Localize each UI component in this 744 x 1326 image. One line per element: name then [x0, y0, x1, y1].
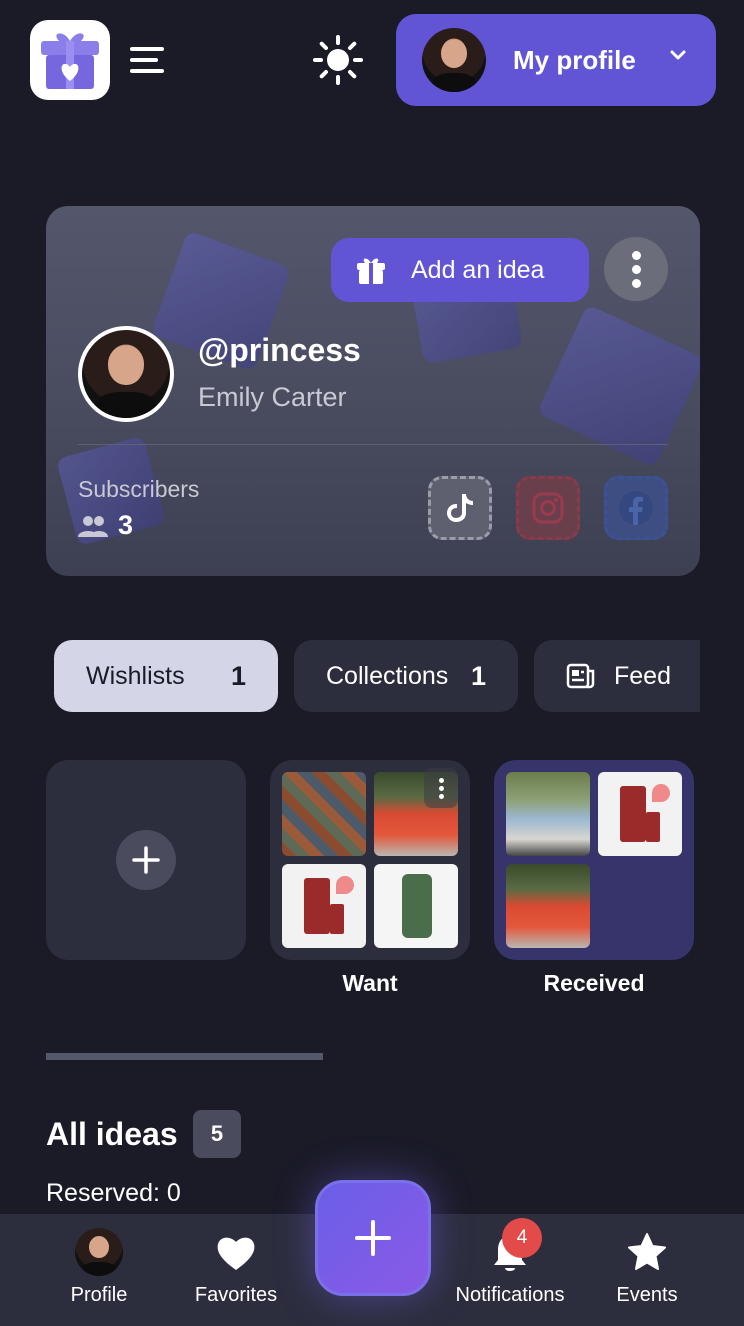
full-name: Emily Carter — [198, 382, 347, 412]
dot — [438, 777, 444, 783]
nav-events[interactable]: Events — [610, 1228, 684, 1307]
instagram-icon — [532, 492, 564, 524]
add-idea-button[interactable]: Add an idea — [331, 238, 589, 302]
idea-thumbnail — [506, 772, 590, 856]
product-rose — [336, 876, 354, 894]
nav-favorites[interactable]: Favorites — [190, 1228, 282, 1307]
tab-label: Collections — [326, 661, 449, 690]
profile-avatar[interactable] — [78, 326, 174, 422]
tab-count: 1 — [470, 660, 486, 691]
nav-label: Favorites — [194, 1284, 278, 1306]
tab-collections[interactable]: Collections 1 — [294, 640, 518, 712]
theme-toggle-button[interactable] — [312, 34, 364, 86]
all-ideas-count-badge: 5 — [193, 1110, 241, 1158]
plus-circle — [116, 830, 176, 890]
tiktok-icon — [447, 494, 473, 522]
subscribers-count: 3 — [118, 510, 134, 540]
product-box — [304, 878, 330, 934]
heart-icon — [217, 1237, 255, 1270]
menu-line — [130, 58, 158, 62]
subscribers-label: Subscribers — [78, 476, 200, 502]
users-icon — [78, 515, 108, 537]
more-options-button[interactable] — [604, 237, 668, 301]
tab-feed[interactable]: Feed — [534, 640, 700, 712]
idea-thumbnail — [374, 864, 458, 948]
idea-thumbnail — [506, 864, 590, 948]
dot — [438, 793, 444, 799]
product-rose — [652, 784, 670, 802]
wishlist-card-received[interactable] — [494, 760, 694, 960]
hamburger-menu-button[interactable] — [130, 40, 170, 80]
menu-line — [130, 69, 164, 73]
tiktok-button[interactable] — [428, 476, 492, 540]
nav-label: Profile — [70, 1284, 128, 1306]
reserved-count: Reserved: 0 — [46, 1179, 181, 1207]
phone-case — [402, 874, 432, 938]
all-ideas-heading: All ideas — [46, 1116, 178, 1152]
wishlist-more-button[interactable] — [424, 768, 458, 808]
gift-icon — [357, 258, 385, 284]
wishlist-title: Received — [543, 970, 645, 996]
username: @princess — [198, 332, 361, 368]
product-box — [620, 786, 646, 842]
tab-label: Feed — [614, 661, 671, 690]
menu-line — [130, 47, 164, 51]
app-logo[interactable] — [30, 20, 110, 100]
tab-wishlists[interactable]: Wishlists 1 — [54, 640, 278, 712]
dot — [631, 264, 641, 274]
idea-thumbnail — [282, 864, 366, 948]
newspaper-icon — [566, 663, 595, 689]
add-idea-label: Add an idea — [411, 255, 545, 284]
avatar — [75, 1228, 123, 1276]
chevron-down-icon — [670, 50, 686, 60]
horizontal-scrollbar[interactable] — [46, 1053, 323, 1060]
product-box — [646, 812, 660, 842]
idea-thumbnail — [598, 772, 682, 856]
wishlist-title: Want — [342, 970, 398, 996]
divider — [78, 444, 668, 445]
notification-count-badge: 4 — [502, 1218, 542, 1258]
avatar — [422, 28, 486, 92]
tab-count: 1 — [230, 660, 246, 691]
subscribers-count-row[interactable]: 3 — [78, 510, 133, 541]
add-fab-button[interactable] — [315, 1180, 431, 1296]
my-profile-label: My profile — [513, 44, 636, 75]
dot — [631, 250, 641, 260]
sun-icon — [313, 35, 363, 85]
gift-heart-logo-icon — [41, 33, 99, 89]
product-box — [330, 904, 344, 934]
plus-icon — [355, 1220, 391, 1256]
nav-profile[interactable]: Profile — [60, 1228, 138, 1307]
nav-label: Notifications — [455, 1284, 565, 1306]
facebook-button[interactable] — [604, 476, 668, 540]
idea-thumbnail — [282, 772, 366, 856]
facebook-icon — [619, 491, 653, 525]
my-profile-button[interactable]: My profile — [396, 14, 716, 106]
star-icon — [628, 1233, 666, 1270]
tab-label: Wishlists — [86, 661, 185, 690]
instagram-button[interactable] — [516, 476, 580, 540]
add-wishlist-button[interactable] — [46, 760, 246, 960]
profile-card: Add an idea @princess Emily Carter Subsc… — [46, 206, 700, 576]
plus-icon — [132, 846, 160, 874]
dot — [438, 785, 444, 791]
dot — [631, 278, 641, 288]
nav-label: Events — [616, 1284, 678, 1306]
